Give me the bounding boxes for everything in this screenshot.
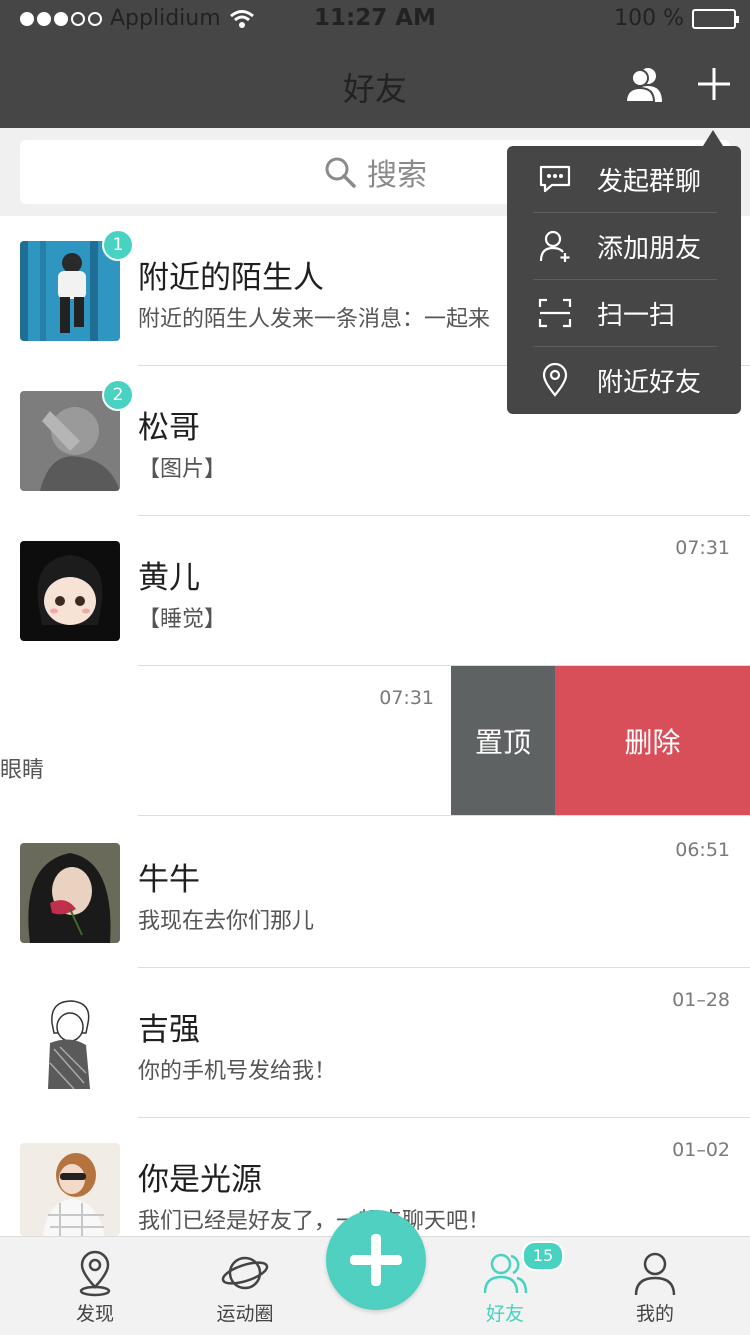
menu-item-scan[interactable]: 扫一扫 [507,280,741,346]
avatar [20,1143,120,1236]
add-menu-icon[interactable] [696,66,732,102]
row-message: 我现在去你们那儿 [138,909,315,934]
row-time: 01–02 [672,1139,730,1161]
friends-badge: 15 [522,1241,564,1271]
avatar [20,843,120,943]
pin-button[interactable]: 置顶 [451,666,555,816]
row-name: 吉强 [138,1012,200,1048]
row-name: 黄儿 [138,560,200,596]
tab-label: 发现 [75,1303,114,1325]
row-name: 牛牛 [138,862,200,898]
tab-label: 运动圈 [216,1303,274,1325]
status-battery: 100 % [614,6,739,31]
tab-label: 我的 [635,1303,674,1325]
menu-arrow [703,130,723,146]
row-message: 【睡觉】 [138,607,227,632]
row-message: 附近的陌生人发来一条消息：一起来 [138,307,491,332]
row-name: 松哥 [138,410,200,446]
menu-item-label: 添加朋友 [597,233,702,264]
tab-discover[interactable]: 发现 [45,1236,145,1334]
row-time: 01–28 [672,989,730,1011]
person-icon [634,1252,676,1296]
row-name: 你是光源 [138,1162,262,1198]
plus-icon [350,1234,402,1286]
menu-item-nearby-friends[interactable]: 附近好友 [507,347,741,413]
menu-item-label: 附近好友 [597,367,702,398]
avatar [20,993,120,1093]
unread-badge: 1 [102,229,134,261]
search-icon [325,157,356,188]
row-time: 06:51 [675,839,730,861]
battery-label: 100 % [614,6,684,31]
row-message: 眼睛 [0,758,45,783]
avatar [20,241,120,341]
chat-bubble-icon [535,159,575,199]
menu-item-add-friend[interactable]: 添加朋友 [507,213,741,279]
location-pin-icon [535,360,575,400]
delete-button[interactable]: 删除 [555,666,750,816]
row-time: 07:31 [379,687,434,709]
add-user-icon [535,226,575,266]
scan-icon [535,293,575,333]
row-message: 你的手机号发给我！ [138,1059,337,1084]
row-message: 我们已经是好友了，一起来聊天吧！ [138,1209,491,1234]
tab-label: 好友 [485,1303,524,1325]
tab-sports-circle[interactable]: 运动圈 [195,1236,295,1334]
avatar [20,391,120,491]
menu-item-group-chat[interactable]: 发起群聊 [507,146,741,212]
row-time: 07:31 [675,537,730,559]
contacts-icon[interactable] [624,64,664,104]
tab-me[interactable]: 我的 [605,1236,705,1334]
row-name: 附近的陌生人 [138,260,324,296]
unread-badge: 2 [102,379,134,411]
menu-item-label: 扫一扫 [597,300,676,331]
row-message: 【图片】 [138,457,227,482]
add-post-button[interactable] [326,1210,426,1310]
planet-icon [221,1256,269,1290]
location-pin-icon [79,1250,111,1297]
menu-item-label: 发起群聊 [597,166,702,197]
avatar [20,541,120,641]
battery-icon [692,8,739,29]
